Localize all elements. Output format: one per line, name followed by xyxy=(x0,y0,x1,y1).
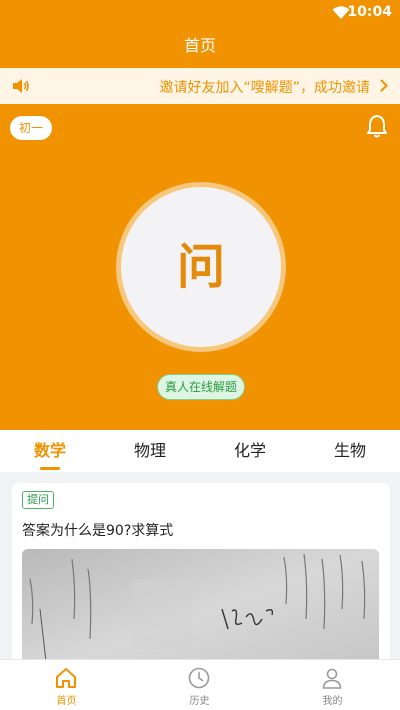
chevron-right-icon xyxy=(380,79,388,92)
grade-selector[interactable]: 初一 xyxy=(10,116,52,140)
question-text: 答案为什么是90?求算式 xyxy=(22,523,174,539)
app-bar: 首页 xyxy=(0,24,400,68)
question-tag: 提问 xyxy=(22,491,54,509)
tab-label: 数学 xyxy=(33,441,66,460)
nav-label: 我的 xyxy=(322,696,343,707)
status-time: 10:04 xyxy=(347,4,392,20)
question-card[interactable]: 提问 答案为什么是90?求算式 xyxy=(12,483,390,673)
nav-label: 首页 xyxy=(56,696,77,707)
user-icon xyxy=(322,668,342,689)
active-tab-indicator xyxy=(40,467,60,470)
live-solve-badge[interactable]: 真人在线解题 xyxy=(157,374,245,400)
nav-home[interactable]: 首页 xyxy=(0,660,133,710)
photo-image xyxy=(22,549,379,673)
status-bar: 10:04 xyxy=(0,0,400,24)
bottom-nav: 首页 历史 我的 xyxy=(0,659,400,710)
home-icon xyxy=(56,668,76,688)
tab-biology[interactable]: 生物 xyxy=(300,430,400,472)
nav-mine[interactable]: 我的 xyxy=(266,660,399,710)
speaker-icon xyxy=(13,79,29,93)
ask-button[interactable]: 问 xyxy=(116,182,286,352)
tab-label: 物理 xyxy=(133,441,166,460)
tab-label: 生物 xyxy=(333,441,366,460)
tab-chemistry[interactable]: 化学 xyxy=(200,430,300,472)
subject-tabs: 数学 物理 化学 生物 xyxy=(0,430,400,472)
tab-physics[interactable]: 物理 xyxy=(100,430,200,472)
question-photo[interactable] xyxy=(22,549,379,673)
clock-icon xyxy=(188,667,210,689)
tab-label: 化学 xyxy=(233,441,266,460)
ask-label: 问 xyxy=(121,187,281,347)
page-title: 首页 xyxy=(183,36,216,55)
notice-banner[interactable]: 邀请好友加入“嗖解题”，成功邀请 xyxy=(0,68,400,104)
notice-text: 邀请好友加入“嗖解题”，成功邀请 xyxy=(159,80,370,96)
tab-math[interactable]: 数学 xyxy=(0,430,100,472)
ask-hero: 初一 问 真人在线解题 xyxy=(0,104,400,430)
nav-label: 历史 xyxy=(189,696,210,707)
bell-icon[interactable] xyxy=(366,114,388,138)
nav-history[interactable]: 历史 xyxy=(133,660,266,710)
